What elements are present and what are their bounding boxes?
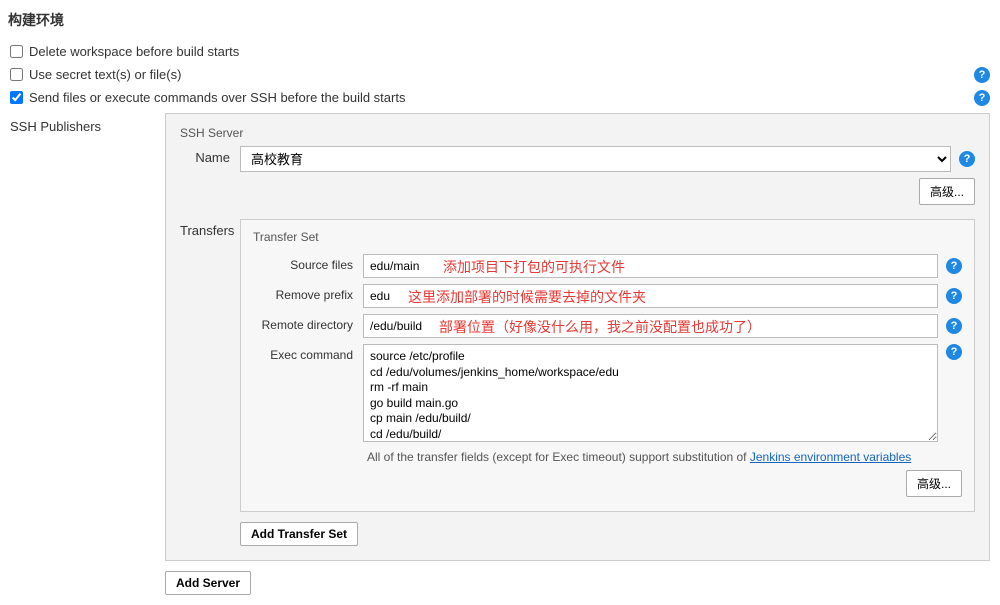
help-icon[interactable]: ?: [974, 90, 990, 106]
option-send-files: Send files or execute commands over SSH …: [0, 86, 1000, 109]
source-files-label: Source files: [253, 254, 363, 272]
help-icon[interactable]: ?: [946, 318, 962, 334]
help-icon[interactable]: ?: [946, 344, 962, 360]
source-files-input[interactable]: [363, 254, 938, 278]
add-transfer-set-button[interactable]: Add Transfer Set: [240, 522, 358, 546]
publishers-label: SSH Publishers: [10, 113, 165, 134]
checkbox-delete-workspace[interactable]: [10, 45, 23, 58]
env-vars-link[interactable]: Jenkins environment variables: [750, 450, 911, 464]
exec-cmd-textarea[interactable]: source /etc/profile cd /edu/volumes/jenk…: [363, 344, 938, 442]
transfer-advanced-button[interactable]: 高级...: [906, 470, 962, 497]
ssh-server-legend: SSH Server: [180, 126, 975, 140]
name-label: Name: [180, 146, 240, 165]
substitution-info: All of the transfer fields (except for E…: [363, 450, 962, 464]
transfers-content: Transfer Set Source files ? 添加项目下打包的可执行文…: [240, 219, 975, 546]
help-icon[interactable]: ?: [946, 258, 962, 274]
option-use-secret: Use secret text(s) or file(s) ?: [0, 63, 1000, 86]
remote-dir-input[interactable]: [363, 314, 938, 338]
label-use-secret: Use secret text(s) or file(s): [29, 67, 181, 82]
remove-prefix-input[interactable]: [363, 284, 938, 308]
ssh-server-fieldset: SSH Server Name 高校教育 ? 高级... Transfers T…: [165, 113, 990, 561]
label-delete-workspace: Delete workspace before build starts: [29, 44, 239, 59]
transfer-set-fieldset: Transfer Set Source files ? 添加项目下打包的可执行文…: [240, 219, 975, 512]
advanced-button[interactable]: 高级...: [919, 178, 975, 205]
transfers-label: Transfers: [180, 219, 240, 546]
checkbox-use-secret[interactable]: [10, 68, 23, 81]
label-send-files: Send files or execute commands over SSH …: [29, 90, 405, 105]
transfer-set-legend: Transfer Set: [253, 230, 962, 244]
remote-dir-label: Remote directory: [253, 314, 363, 332]
help-icon[interactable]: ?: [959, 151, 975, 167]
add-server-button[interactable]: Add Server: [165, 571, 251, 595]
exec-cmd-label: Exec command: [253, 344, 363, 362]
help-icon[interactable]: ?: [946, 288, 962, 304]
section-title: 构建环境: [0, 0, 1000, 40]
option-delete-workspace: Delete workspace before build starts: [0, 40, 1000, 63]
publishers-content: SSH Server Name 高校教育 ? 高级... Transfers T…: [165, 113, 990, 595]
checkbox-send-files[interactable]: [10, 91, 23, 104]
help-icon[interactable]: ?: [974, 67, 990, 83]
remove-prefix-label: Remove prefix: [253, 284, 363, 302]
name-select[interactable]: 高校教育: [240, 146, 951, 172]
